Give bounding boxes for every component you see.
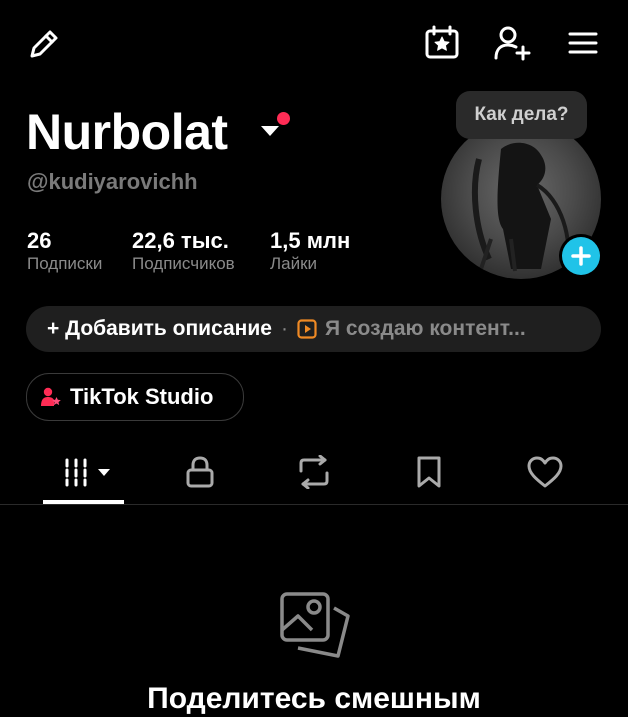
studio-label: TikTok Studio	[70, 384, 214, 409]
stat-followers[interactable]: 22,6 тыс. Подписчиков	[132, 228, 235, 274]
menu-button[interactable]	[563, 23, 603, 63]
stat-following-label: Подписки	[27, 254, 103, 273]
stat-likes-value: 1,5 млн	[270, 228, 351, 253]
status-bubble[interactable]: Как дела?	[456, 91, 587, 139]
heart-icon	[526, 455, 564, 489]
profile-handle: @kudiyarovichh	[27, 169, 198, 194]
studio-icon	[40, 386, 62, 408]
tab-liked[interactable]	[522, 450, 568, 494]
calendar-button[interactable]	[422, 23, 462, 63]
caret-down-icon	[260, 124, 284, 138]
account-switch-dropdown[interactable]	[260, 124, 284, 140]
add-description-button[interactable]: + Добавить описание	[47, 317, 272, 341]
profile-name: Nurbolat	[26, 104, 228, 160]
creator-button[interactable]: Я создаю контент...	[297, 317, 526, 341]
add-person-icon	[492, 23, 532, 63]
calendar-star-icon	[423, 24, 461, 62]
stat-following[interactable]: 26 Подписки	[27, 228, 102, 274]
photos-icon	[278, 590, 352, 664]
bookmark-icon	[415, 455, 443, 489]
chevron-down-icon	[97, 467, 111, 477]
repost-icon	[295, 455, 333, 489]
stat-followers-label: Подписчиков	[132, 254, 235, 273]
pencil-icon	[26, 26, 62, 62]
tab-divider	[0, 504, 628, 505]
stat-likes[interactable]: 1,5 млн Лайки	[270, 228, 350, 274]
tiktok-studio-button[interactable]: TikTok Studio	[26, 373, 244, 421]
creator-label: Я создаю контент...	[324, 317, 526, 340]
stat-following-value: 26	[27, 228, 52, 253]
edit-profile-button[interactable]	[24, 24, 64, 64]
plus-icon	[570, 245, 592, 267]
empty-state-title: Поделитесь смешным	[147, 682, 481, 715]
separator-dot: ·	[280, 317, 288, 340]
stat-likes-label: Лайки	[270, 254, 318, 273]
description-bar: + Добавить описание · Я создаю контент..…	[26, 306, 601, 352]
lock-icon	[184, 455, 216, 489]
grid-icon	[61, 457, 91, 487]
tab-reposts[interactable]	[292, 450, 336, 494]
notification-dot	[277, 112, 290, 125]
stat-followers-value: 22,6 тыс.	[132, 228, 229, 253]
add-story-button[interactable]	[559, 234, 603, 278]
add-friend-button[interactable]	[492, 23, 532, 63]
tab-private[interactable]	[178, 450, 222, 494]
tab-videos[interactable]	[56, 450, 116, 494]
tab-favorites[interactable]	[407, 450, 451, 494]
play-square-icon	[297, 319, 317, 339]
hamburger-menu-icon	[566, 26, 600, 60]
